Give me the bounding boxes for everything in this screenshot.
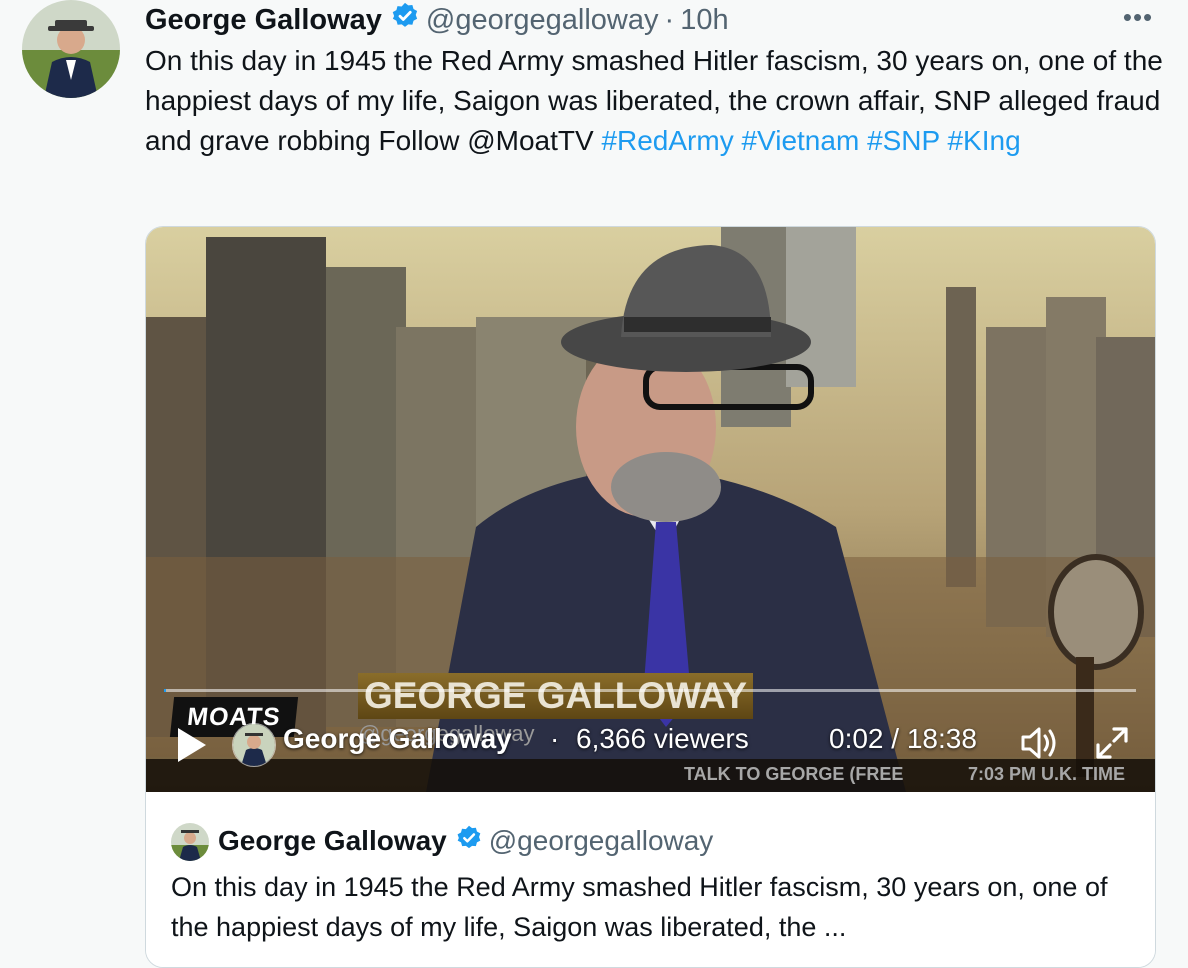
more-options-button[interactable]: ••• — [1118, 2, 1158, 32]
quoted-author-avatar — [171, 823, 209, 861]
fullscreen-icon[interactable] — [1092, 723, 1132, 768]
author-handle[interactable]: @georgegalloway — [426, 4, 659, 37]
volume-icon[interactable] — [1019, 725, 1059, 766]
quoted-tweet[interactable]: George Galloway @georgegalloway On this … — [146, 793, 1155, 967]
video-time: 0:02 / 18:38 — [829, 723, 977, 754]
separator-dot: · — [664, 3, 675, 36]
tweet-text: On this day in 1945 the Red Army smashed… — [145, 41, 1165, 161]
quoted-author-name: George Galloway — [218, 825, 447, 856]
video-controls: George Galloway · 6,366 viewers 0:02 / 1… — [146, 715, 1155, 785]
host-name[interactable]: George Galloway — [283, 723, 512, 755]
hashtag-vietnam[interactable]: #Vietnam — [741, 125, 859, 156]
quoted-text: On this day in 1945 the Red Army smashed… — [171, 872, 1108, 942]
host-avatar — [232, 723, 276, 767]
quoted-author-handle: @georgegalloway — [488, 825, 714, 856]
lower-third-name: GEORGE GALLOWAY — [358, 673, 754, 719]
media-card: GEORGE GALLOWAY @georgegalloway MOATS TA… — [145, 226, 1156, 968]
video-progress-fill — [164, 689, 166, 692]
hashtag-redarmy[interactable]: #RedArmy — [601, 125, 733, 156]
tweet-header: George Galloway @georgegalloway · 10h — [145, 0, 729, 40]
quoted-verified-badge-icon — [455, 824, 483, 859]
hashtag-king[interactable]: #KIng — [947, 125, 1020, 156]
quoted-header: George Galloway @georgegalloway — [218, 821, 713, 861]
author-avatar[interactable] — [22, 0, 120, 98]
tweet-time[interactable]: 10h — [680, 4, 728, 37]
author-name[interactable]: George Galloway — [145, 4, 382, 37]
video-progress-bar[interactable] — [164, 689, 1136, 692]
verified-badge-icon — [390, 1, 420, 39]
video-player[interactable]: GEORGE GALLOWAY @georgegalloway MOATS TA… — [146, 227, 1155, 792]
viewer-count: 6,366 viewers — [576, 723, 749, 754]
hashtag-snp[interactable]: #SNP — [867, 125, 940, 156]
play-icon[interactable] — [174, 725, 210, 765]
viewers-dot: · — [550, 723, 560, 754]
